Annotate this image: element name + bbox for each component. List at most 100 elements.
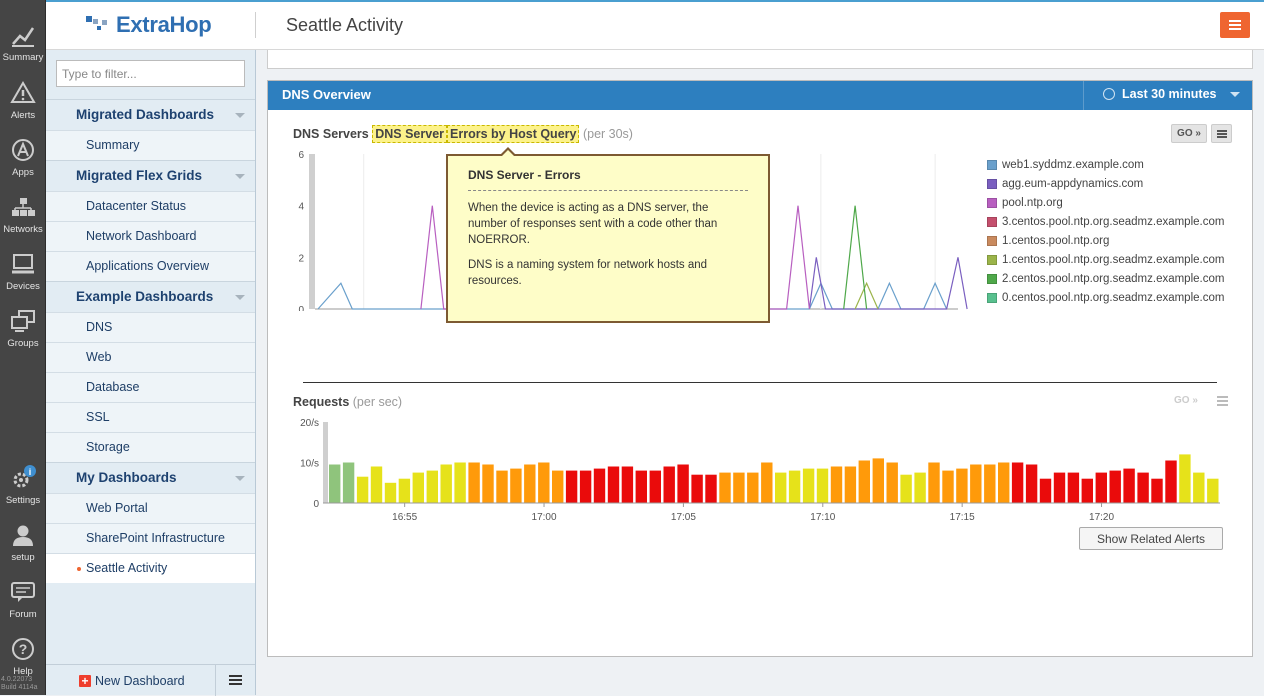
chart-menu-icon[interactable] — [1211, 124, 1232, 143]
tooltip-body-2: DNS is a naming system for network hosts… — [468, 259, 708, 287]
active-dot-icon — [77, 567, 81, 571]
nav-item-seattle-activity[interactable]: Seattle Activity — [46, 553, 255, 583]
rail-label: setup — [11, 552, 35, 563]
rail-label: Settings — [5, 495, 41, 506]
x-tick-label: 17:05 — [671, 512, 696, 521]
request-bar — [384, 482, 397, 504]
chart-subtitle: (per 30s) — [582, 127, 633, 141]
main-menu-button[interactable] — [1220, 12, 1250, 38]
rail-apps[interactable]: Apps — [0, 129, 46, 185]
legend-item[interactable]: 0.centos.pool.ntp.org.seadmz.example.com — [987, 288, 1224, 307]
legend-item[interactable]: agg.eum-appdynamics.com — [987, 174, 1224, 193]
group-migrated-flex-grids[interactable]: Migrated Flex Grids — [46, 160, 255, 191]
hamburger-icon — [1229, 20, 1241, 22]
chevron-down-icon[interactable] — [235, 295, 245, 300]
group-label: Migrated Dashboards — [76, 107, 215, 122]
rail-label: Groups — [7, 338, 39, 349]
tooltip-title: DNS Server - Errors — [468, 168, 748, 191]
nav-item-summary[interactable]: Summary — [46, 130, 255, 160]
go-button-disabled[interactable]: GO » — [1174, 395, 1198, 406]
nav-item-label: Summary — [86, 138, 140, 152]
rail-setup[interactable]: setup — [0, 514, 46, 570]
request-bar — [691, 474, 703, 503]
legend-item[interactable]: pool.ntp.org — [987, 193, 1224, 212]
group-example-dashboards[interactable]: Example Dashboards — [46, 281, 255, 312]
nav-item-network-dashboard[interactable]: Network Dashboard — [46, 221, 255, 251]
nav-item-label: DNS — [86, 320, 113, 334]
nav-item-dns[interactable]: DNS — [46, 312, 255, 342]
nav-item-sharepoint-infrastructure[interactable]: SharePoint Infrastructure — [46, 523, 255, 553]
nav-item-storage[interactable]: Storage — [46, 432, 255, 462]
request-bar — [844, 466, 857, 503]
request-bar — [747, 472, 759, 503]
chevron-down-icon[interactable] — [235, 476, 245, 481]
x-tick-label: 17:15 — [950, 512, 975, 521]
rail-devices[interactable]: Devices — [0, 243, 46, 299]
chevron-down-icon[interactable] — [235, 113, 245, 118]
y-tick-label: 10/s — [300, 459, 319, 470]
legend-item[interactable]: 2.centos.pool.ntp.org.seadmz.example.com — [987, 269, 1224, 288]
legend-label: 3.centos.pool.ntp.org.seadmz.example.com — [1002, 215, 1225, 228]
request-bar — [440, 464, 452, 503]
rail-alerts[interactable]: Alerts — [0, 72, 46, 128]
rail-networks[interactable]: Networks — [0, 186, 46, 242]
legend-label: 1.centos.pool.ntp.org — [1002, 234, 1110, 247]
sidebar-menu-icon[interactable] — [229, 675, 242, 686]
nav-item-ssl[interactable]: SSL — [46, 402, 255, 432]
legend-item[interactable]: 1.centos.pool.ntp.org — [987, 231, 1224, 250]
legend-item[interactable]: web1.syddmz.example.com — [987, 155, 1224, 174]
new-dashboard-button[interactable]: + New Dashboard — [79, 674, 185, 688]
rail-groups[interactable]: Groups — [0, 300, 46, 356]
forum-icon — [11, 582, 35, 602]
legend-item[interactable]: 1.centos.pool.ntp.org.seadmz.example.com — [987, 250, 1224, 269]
legend-swatch — [987, 292, 997, 303]
filter-input[interactable] — [56, 60, 245, 87]
request-bar — [942, 470, 954, 503]
help-icon: ? — [12, 638, 34, 660]
y-tick-label: 4 — [298, 202, 304, 213]
rail-settings[interactable]: i Settings — [0, 457, 46, 513]
nav-item-datacenter-status[interactable]: Datacenter Status — [46, 191, 255, 221]
nav-item-label: Datacenter Status — [86, 199, 187, 213]
request-bar — [552, 470, 564, 503]
request-bar — [970, 464, 982, 503]
go-button[interactable]: GO » — [1171, 124, 1207, 143]
show-related-alerts-button[interactable]: Show Related Alerts — [1079, 527, 1223, 550]
x-tick-label: 17:00 — [532, 512, 557, 521]
nav-item-web[interactable]: Web — [46, 342, 255, 372]
rail-summary[interactable]: Summary — [0, 14, 46, 70]
request-bar — [621, 466, 634, 503]
request-bar — [858, 460, 870, 503]
group-migrated-dashboards[interactable]: Migrated Dashboards — [46, 99, 255, 130]
extrahop-logo[interactable]: ExtraHop — [86, 12, 212, 38]
apps-icon — [12, 139, 34, 161]
chart-title-prefix: DNS Servers — [293, 127, 369, 141]
rail-forum[interactable]: Forum — [0, 571, 46, 627]
widget-divider — [303, 382, 1217, 383]
top-bar: ExtraHop Seattle Activity — [46, 0, 1264, 50]
alert-icon — [10, 81, 36, 103]
nav-item-label: Storage — [86, 440, 130, 454]
group-my-dashboards[interactable]: My Dashboards — [46, 462, 255, 493]
metric-tooltip: DNS Server - Errors When the device is a… — [446, 147, 770, 323]
device-icon — [12, 254, 34, 274]
chevron-down-icon[interactable] — [235, 174, 245, 179]
nav-item-web-portal[interactable]: Web Portal — [46, 493, 255, 523]
legend-item[interactable]: 3.centos.pool.ntp.org.seadmz.example.com — [987, 212, 1224, 231]
chart-menu-icon[interactable] — [1217, 396, 1228, 406]
request-bar — [663, 466, 675, 503]
time-range-selector[interactable]: Last 30 minutes — [1103, 87, 1241, 101]
svg-text:i: i — [29, 467, 32, 477]
legend-swatch — [987, 197, 997, 208]
x-tick-label: 16:55 — [392, 512, 417, 521]
previous-region-edge — [267, 50, 1253, 69]
chart-legend: web1.syddmz.example.com agg.eum-appdynami… — [987, 155, 1224, 307]
rail-label: Networks — [3, 224, 43, 235]
nav-item-applications-overview[interactable]: Applications Overview — [46, 251, 255, 281]
legend-swatch — [987, 254, 997, 265]
time-range-label: Last 30 minutes — [1122, 87, 1217, 101]
nav-item-database[interactable]: Database — [46, 372, 255, 402]
group-label: My Dashboards — [76, 470, 177, 485]
legend-swatch — [987, 235, 997, 246]
request-bar — [1123, 468, 1135, 503]
